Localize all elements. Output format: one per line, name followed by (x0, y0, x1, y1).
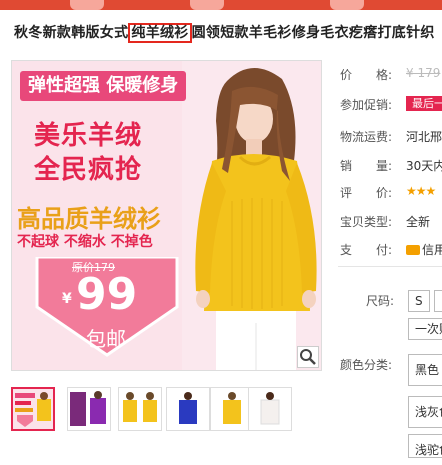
product-title: 秋冬新款韩版女式 纯羊绒衫 圆领短款羊毛衫修身毛衣疙瘩打底针织 (14, 22, 435, 43)
sales-value: 30天内 (406, 159, 442, 173)
price-arrow: 原价179 ¥ 99 包邮 (32, 255, 182, 361)
color-label: 颜色分类: (340, 358, 393, 372)
rating-stars-icon[interactable]: ★★★ (406, 184, 436, 198)
color-option-black[interactable]: 黑色 (408, 354, 442, 386)
thumbnail-3[interactable] (118, 387, 162, 431)
zoom-button[interactable] (297, 346, 319, 368)
promo-value: 最后一 (406, 96, 442, 111)
title-prefix: 秋冬新款韩版女式 (14, 25, 129, 41)
thumbnail-2[interactable] (67, 387, 111, 431)
divider (338, 266, 442, 267)
yen-symbol: ¥ (62, 291, 72, 307)
banner-line2: 全民疯抢 (34, 155, 143, 185)
purchase-note[interactable]: 一次购 (408, 318, 442, 340)
size-label: 尺码: (366, 294, 395, 308)
color-option-light-gray[interactable]: 浅灰色 (408, 396, 442, 428)
promo-badge[interactable]: 最后一 (406, 95, 442, 111)
banner-features: 不起球 不缩水 不掉色 (17, 234, 153, 250)
title-suffix: 圆领短款羊毛衫修身毛衣疙瘩打底针织 (191, 25, 435, 41)
size-option-l[interactable]: L (434, 290, 442, 312)
shipping-fee-label: 物流运费: (340, 130, 393, 144)
price-value: ¥ 179 (406, 66, 441, 80)
item-type-value: 全新 (406, 215, 431, 229)
item-type-label: 宝贝类型: (340, 215, 393, 229)
promo-label: 参加促销: (340, 98, 393, 112)
sale-price: 99 (76, 269, 138, 320)
price-label: 价 格: (340, 68, 393, 82)
thumbnail-4[interactable] (166, 387, 210, 431)
title-highlight: 纯羊绒衫 (128, 23, 192, 43)
color-option-camel[interactable]: 浅驼色 (408, 434, 442, 458)
sales-label: 销 量: (340, 159, 393, 173)
payment-text: 信用 (422, 243, 442, 257)
payment-label: 支 付: (340, 243, 393, 257)
thumbnail-6[interactable] (248, 387, 292, 431)
payment-value[interactable]: 信用 (406, 241, 442, 258)
banner-slogan: 弹性超强 保暖修身 (20, 71, 187, 101)
rating-label: 评 价: (340, 186, 393, 200)
magnifier-icon (300, 349, 316, 365)
model-photo (182, 61, 321, 370)
banner-line1: 美乐羊绒 (34, 121, 143, 151)
shipping-value[interactable]: 河北邢 (406, 128, 442, 145)
top-banner-strip (0, 0, 442, 10)
banner-quality: 高品质羊绒衫 (17, 205, 161, 233)
size-option-s[interactable]: S (408, 290, 430, 312)
thumbnail-1[interactable] (11, 387, 55, 431)
credit-card-icon (406, 245, 420, 255)
main-product-image[interactable]: 弹性超强 保暖修身 美乐羊绒 全民疯抢 高品质羊绒衫 不起球 不缩水 不掉色 原… (11, 60, 322, 371)
shipping-label: 包邮 (86, 327, 126, 351)
